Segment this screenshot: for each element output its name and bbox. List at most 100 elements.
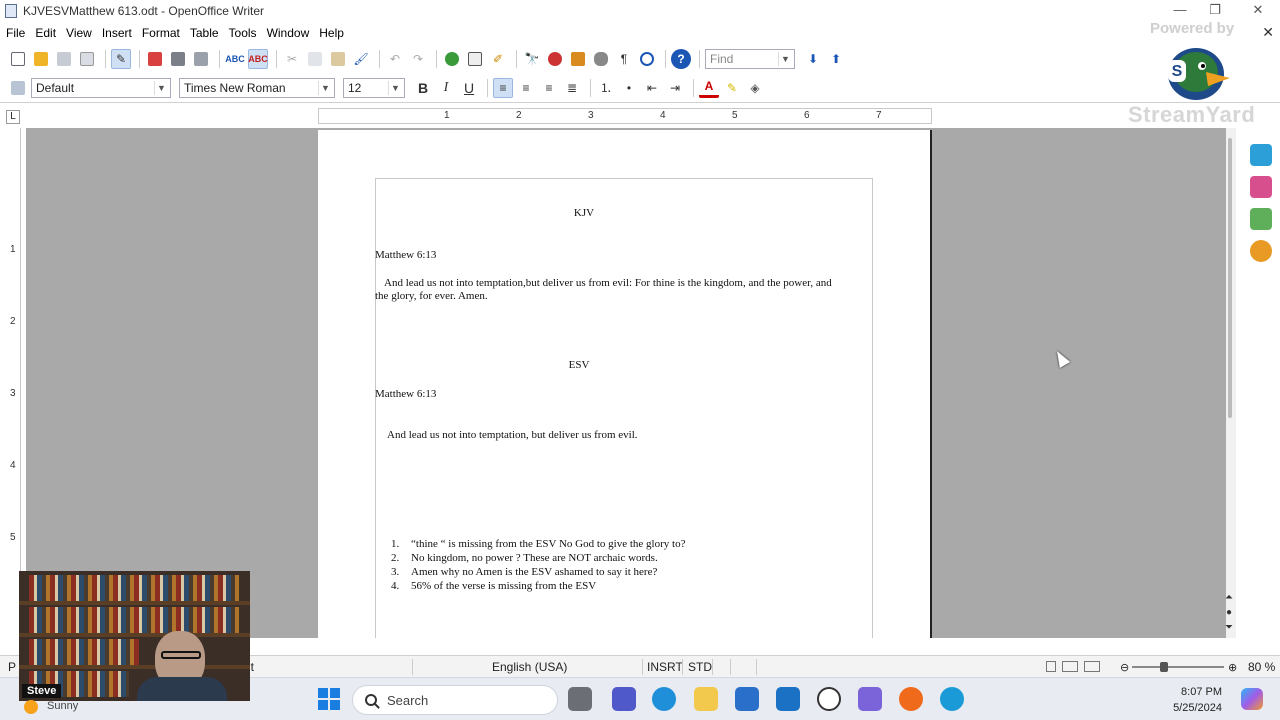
chevron-down-icon[interactable]: ▼ [388,80,402,95]
bullets-icon[interactable]: • [619,78,639,98]
find-input[interactable]: Find ▼ [705,49,795,69]
task-view-icon[interactable] [568,687,592,711]
menu-edit[interactable]: Edit [35,26,56,40]
menu-view[interactable]: View [66,26,92,40]
justify-icon[interactable]: ≣ [562,78,582,98]
find-replace-icon[interactable]: 🔭 [522,49,542,69]
next-page-icon[interactable]: ⏷ [1222,620,1236,635]
hyperlink-icon[interactable] [442,49,462,69]
insert-mode-status[interactable]: INSRT [647,660,683,674]
bold-button[interactable]: B [413,78,433,98]
styles-icon[interactable] [1250,176,1272,198]
dell-icon[interactable] [817,687,841,711]
zoom-level[interactable]: 80 % [1248,660,1275,674]
minimize-button[interactable]: — [1168,2,1192,20]
table-icon[interactable] [465,49,485,69]
underline-button[interactable]: U [459,78,479,98]
cut-icon[interactable]: ✂ [282,49,302,69]
styles-formatting-icon[interactable] [8,78,28,98]
export-pdf-icon[interactable] [145,49,165,69]
store-icon[interactable] [735,687,759,711]
menu-file[interactable]: File [6,26,25,40]
open-folder-icon[interactable] [31,49,51,69]
multi-page-view-icon[interactable] [1062,661,1078,672]
font-size-select[interactable]: 12 ▼ [343,77,405,98]
menu-table[interactable]: Table [190,26,219,40]
navigator-icon[interactable] [545,49,565,69]
gallery-icon[interactable] [568,49,588,69]
undo-icon[interactable]: ↶ [385,49,405,69]
chevron-down-icon[interactable]: ▼ [154,80,168,95]
find-next-icon[interactable]: ⬇ [803,49,823,69]
openoffice-icon[interactable] [940,687,964,711]
taskbar-search[interactable]: Search [352,685,558,715]
menu-tools[interactable]: Tools [229,26,257,40]
paste-icon[interactable] [328,49,348,69]
file-explorer-icon[interactable] [694,687,718,711]
single-page-view-icon[interactable] [1046,661,1056,672]
numbering-icon[interactable]: ⒈ [596,78,616,98]
menu-help[interactable]: Help [319,26,344,40]
spellcheck-icon[interactable]: ABC [225,49,245,69]
font-color-icon[interactable]: A [699,78,719,98]
firefox-icon[interactable] [899,687,923,711]
vertical-scrollbar[interactable] [1226,128,1236,638]
chevron-down-icon[interactable]: ▼ [778,52,792,66]
help-icon[interactable]: ? [671,49,691,69]
properties-icon[interactable] [1250,144,1272,166]
copy-icon[interactable] [305,49,325,69]
edge-icon[interactable] [652,687,676,711]
windows-start-icon[interactable] [318,688,340,710]
increase-indent-icon[interactable]: ⇥ [665,78,685,98]
horizontal-ruler[interactable]: 1 2 3 4 5 6 7 [318,108,932,124]
document-page[interactable]: KJV Matthew 6:13 And lead us not into te… [318,130,932,638]
page-status[interactable]: P [8,660,16,674]
chevron-down-icon[interactable]: ▼ [318,80,332,95]
document-workspace[interactable]: KJV Matthew 6:13 And lead us not into te… [26,128,1226,638]
mail-icon[interactable] [776,687,800,711]
zoom-out-icon[interactable]: ⊖ [1120,661,1129,674]
autospellcheck-icon[interactable]: ABC [248,49,268,69]
zoom-in-icon[interactable]: ⊕ [1228,661,1237,674]
zoom-icon[interactable] [637,49,657,69]
system-clock[interactable]: 8:07 PM 5/25/2024 [1160,684,1222,716]
menu-format[interactable]: Format [142,26,180,40]
restore-button[interactable]: ❐ [1203,2,1227,20]
background-color-icon[interactable]: ◈ [745,78,765,98]
selection-mode-status[interactable]: STD [688,660,712,674]
tab-stop-selector[interactable]: L [6,110,20,124]
menu-window[interactable]: Window [267,26,310,40]
zoom-track[interactable] [1132,666,1224,668]
zoom-slider[interactable]: ⊖ ⊕ [1120,661,1238,674]
formatting-marks-icon[interactable]: ¶ [614,49,634,69]
teams-icon[interactable] [612,687,636,711]
data-sources-icon[interactable] [591,49,611,69]
redo-icon[interactable]: ↷ [408,49,428,69]
language-status[interactable]: English (USA) [492,660,567,674]
align-center-icon[interactable]: ≡ [516,78,536,98]
zoom-knob[interactable] [1160,662,1168,672]
copilot-icon[interactable] [1241,688,1263,710]
paragraph-style-select[interactable]: Default ▼ [31,77,171,98]
clone-formatting-icon[interactable]: 🖌 [351,49,371,69]
close-document-button[interactable]: ✕ [1262,24,1274,41]
italic-button[interactable]: I [436,78,456,98]
decrease-indent-icon[interactable]: ⇤ [642,78,662,98]
book-view-icon[interactable] [1084,661,1100,672]
save-icon[interactable] [54,49,74,69]
navigation-dot-icon[interactable]: ● [1222,605,1236,620]
edit-file-icon[interactable]: ✎ [111,49,131,69]
align-right-icon[interactable]: ≡ [539,78,559,98]
vertical-ruler[interactable]: 1 2 3 4 5 [5,128,21,638]
print-preview-icon[interactable] [191,49,211,69]
gallery-sidebar-icon[interactable] [1250,208,1272,230]
scrollbar-thumb[interactable] [1228,138,1232,418]
new-document-icon[interactable] [8,49,28,69]
highlighting-icon[interactable]: ✎ [722,78,742,98]
previous-page-icon[interactable]: ⏶ [1222,590,1236,605]
draw-functions-icon[interactable]: ✐ [488,49,508,69]
close-window-button[interactable]: ✕ [1246,2,1270,20]
find-previous-icon[interactable]: ⬆ [826,49,846,69]
email-document-icon[interactable] [77,49,97,69]
font-name-select[interactable]: Times New Roman ▼ [179,77,335,98]
